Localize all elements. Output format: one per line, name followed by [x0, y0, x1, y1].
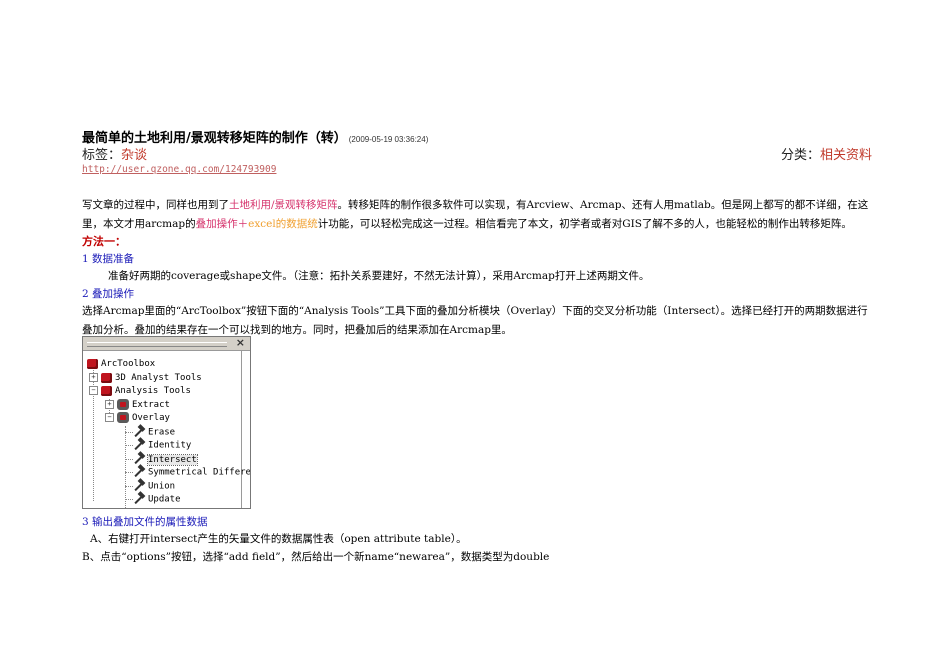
section2-text: 选择Arcmap里面的“ArcToolbox”按钮下面的“Analysis To…	[82, 305, 868, 336]
tree-item-identity[interactable]: Identity	[133, 439, 191, 452]
tree-item-update[interactable]: Update	[133, 493, 181, 506]
intro-link-overlay[interactable]: 叠加操作＋	[196, 218, 249, 230]
hammer-icon	[133, 426, 145, 438]
source-url-link[interactable]: http://user.qzone.qq.com/124793909	[82, 164, 276, 175]
method-heading: 方法一：	[82, 235, 126, 248]
section2-heading: 2 叠加操作	[82, 288, 135, 300]
expand-icon[interactable]: +	[105, 400, 114, 409]
document-page: 最简单的土地利用/景观转移矩阵的制作（转） (2009-05-19 03:36:2…	[0, 0, 950, 672]
tree-item-arctoolbox[interactable]: ArcToolbox	[87, 358, 155, 371]
arctoolbox-panel: × ArcToolbox +3D Analyst Tools − Analysis…	[82, 336, 251, 509]
panel-edge	[241, 351, 242, 508]
toolset-icon	[117, 399, 129, 410]
intro-text-3: 计功能，可以轻松完成这一过程。相信看完了本文，初学者或者对GIS了解不多的人，也…	[317, 217, 852, 230]
tree-item-3d-analyst-tools[interactable]: +3D Analyst Tools	[89, 372, 202, 385]
toolbox-icon	[101, 385, 112, 396]
tree-item-overlay[interactable]: − Overlay	[105, 412, 170, 425]
section3-heading: 3 输出叠加文件的属性数据	[82, 516, 208, 528]
intro-paragraph: 写文章的过程中，同样也用到了土地利用/景观转移矩阵。转移矩阵的制作很多软件可以实…	[82, 196, 872, 233]
arctoolbox-titlebar: ×	[83, 337, 250, 351]
close-icon[interactable]: ×	[236, 337, 245, 349]
tags-label: 标签：	[82, 148, 122, 163]
hammer-icon	[133, 480, 145, 492]
toolbox-icon	[87, 358, 98, 369]
category: 分类：相关资料	[781, 144, 872, 163]
section3-step-b: B、点击“options”按钮，选择“add field”，然后给出一个新nam…	[82, 551, 550, 563]
collapse-icon[interactable]: −	[105, 413, 114, 422]
category-label: 分类：	[780, 148, 820, 163]
tree-item-extract[interactable]: + Extract	[105, 399, 170, 412]
hammer-icon	[133, 439, 145, 451]
toolbox-icon	[101, 372, 112, 383]
tags-value-link[interactable]: 杂谈	[121, 148, 147, 163]
section1-heading: 1 数据准备	[82, 253, 135, 265]
hammer-icon	[133, 466, 145, 478]
section1-text: 准备好两期的coverage或shape文件。（注意：拓扑关系要建好，不然无法计…	[108, 270, 650, 282]
category-value-link[interactable]: 相关资料	[820, 148, 872, 163]
intro-link-transfer-matrix[interactable]: 土地利用/景观转移矩阵	[229, 199, 338, 211]
tags-row: 标签：杂谈 分类：相关资料	[82, 144, 872, 163]
collapse-icon[interactable]: −	[89, 386, 98, 395]
tree-item-symmetrical-difference[interactable]: Symmetrical Differe	[133, 466, 250, 479]
grip-handle[interactable]	[87, 342, 227, 347]
section3-step-a: A、右键打开intersect产生的矢量文件的数据属性表（open attrib…	[90, 533, 467, 545]
hammer-icon	[133, 453, 145, 465]
tree-item-intersect[interactable]: Intersect	[133, 453, 198, 466]
article-date: (2009-05-19 03:36:24)	[348, 135, 429, 144]
hammer-icon	[133, 493, 145, 505]
tree-item-analysis-tools[interactable]: − Analysis Tools	[89, 385, 191, 398]
intro-link-excel[interactable]: excel的数据统	[248, 218, 318, 230]
toolset-icon	[117, 412, 129, 423]
intro-text-1: 写文章的过程中，同样也用到了	[82, 199, 229, 211]
expand-icon[interactable]: +	[89, 373, 98, 382]
